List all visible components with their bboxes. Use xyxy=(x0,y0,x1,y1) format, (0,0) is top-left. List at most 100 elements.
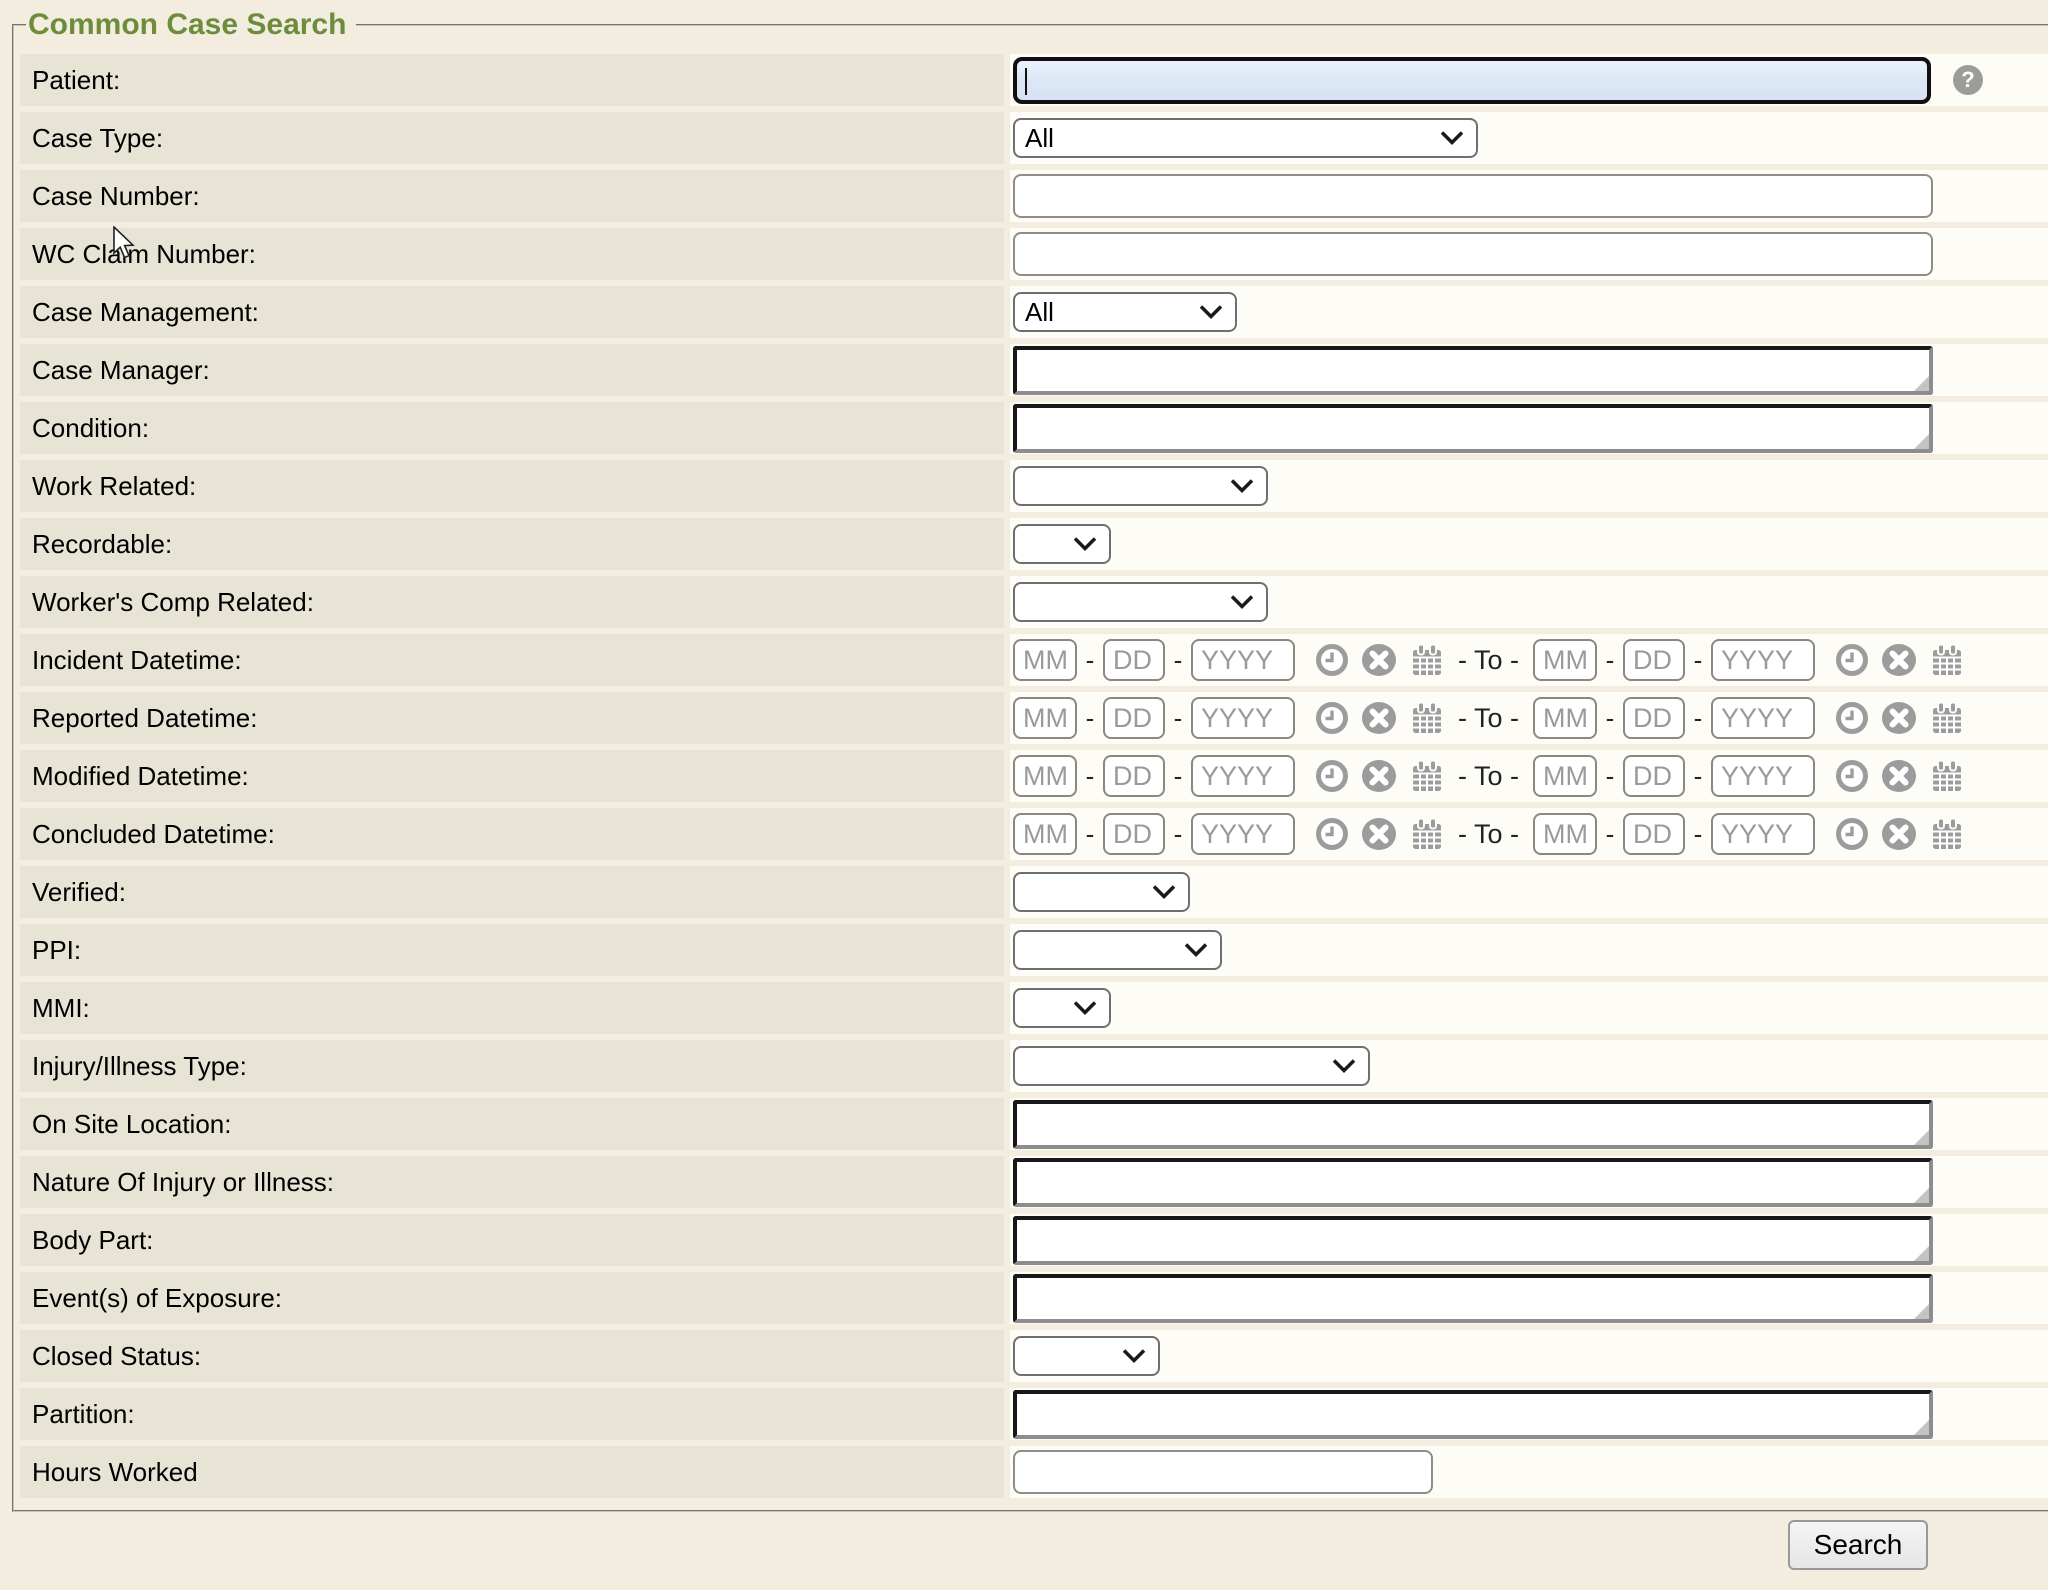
row-hours-worked: Hours Worked xyxy=(20,1446,2048,1498)
concluded-datetime-to-year-input[interactable]: YYYY xyxy=(1711,813,1815,855)
row-case-number: Case Number: xyxy=(20,170,2048,222)
clear-icon[interactable] xyxy=(1881,817,1917,851)
incident-datetime-from-month-input[interactable]: MM xyxy=(1013,639,1077,681)
case-type-select[interactable]: All xyxy=(1013,118,1478,158)
calendar-icon[interactable] xyxy=(1929,701,1964,735)
clear-icon[interactable] xyxy=(1361,759,1397,793)
calendar-icon[interactable] xyxy=(1409,701,1444,735)
clock-icon[interactable] xyxy=(1315,759,1349,793)
concluded-datetime-from-month-input[interactable]: MM xyxy=(1013,813,1077,855)
label-concluded-datetime: Concluded Datetime: xyxy=(20,808,1004,860)
concluded-datetime-to-day-input[interactable]: DD xyxy=(1623,813,1685,855)
clear-icon[interactable] xyxy=(1361,701,1397,735)
date-separator: - xyxy=(1597,761,1623,792)
modified-datetime-from-year-input[interactable]: YYYY xyxy=(1191,755,1295,797)
calendar-icon[interactable] xyxy=(1929,643,1964,677)
calendar-icon[interactable] xyxy=(1929,759,1964,793)
incident-datetime-to-day-input[interactable]: DD xyxy=(1623,639,1685,681)
condition-input[interactable] xyxy=(1013,404,1933,453)
date-separator: - xyxy=(1685,645,1711,676)
incident-datetime-from-year-input[interactable]: YYYY xyxy=(1191,639,1295,681)
incident-datetime-to-year-input[interactable]: YYYY xyxy=(1711,639,1815,681)
concluded-datetime-range: MM-DD-YYYY - To -MM-DD-YYYY xyxy=(1013,813,1964,855)
case-number-input[interactable] xyxy=(1013,174,1933,218)
clear-icon[interactable] xyxy=(1361,817,1397,851)
label-case-manager: Case Manager: xyxy=(20,344,1004,396)
clock-icon[interactable] xyxy=(1315,643,1349,677)
closed-status-select[interactable] xyxy=(1013,1336,1160,1376)
reported-datetime-to-year-input[interactable]: YYYY xyxy=(1711,697,1815,739)
calendar-icon[interactable] xyxy=(1409,759,1444,793)
concluded-datetime-from-day-input[interactable]: DD xyxy=(1103,813,1165,855)
clock-icon[interactable] xyxy=(1835,701,1869,735)
reported-datetime-from-month-input[interactable]: MM xyxy=(1013,697,1077,739)
case-type-selected-value: All xyxy=(1025,123,1054,154)
reported-datetime-from-year-input[interactable]: YYYY xyxy=(1191,697,1295,739)
patient-input[interactable] xyxy=(1013,57,1931,104)
chevron-down-icon xyxy=(1073,1001,1097,1016)
label-on-site-location: On Site Location: xyxy=(20,1098,1004,1150)
label-hours-worked: Hours Worked xyxy=(20,1446,1004,1498)
reported-datetime-to-month-input[interactable]: MM xyxy=(1533,697,1597,739)
field-modified-datetime: MM-DD-YYYY - To -MM-DD-YYYY xyxy=(1010,750,2048,802)
calendar-icon[interactable] xyxy=(1929,817,1964,851)
body-part-input[interactable] xyxy=(1013,1216,1933,1265)
modified-datetime-to-year-input[interactable]: YYYY xyxy=(1711,755,1815,797)
case-manager-input[interactable] xyxy=(1013,346,1933,395)
calendar-icon[interactable] xyxy=(1409,817,1444,851)
workers-comp-related-select[interactable] xyxy=(1013,582,1268,622)
incident-datetime-from-day-input[interactable]: DD xyxy=(1103,639,1165,681)
modified-datetime-from-month-input[interactable]: MM xyxy=(1013,755,1077,797)
date-separator: - xyxy=(1685,703,1711,734)
label-closed-status: Closed Status: xyxy=(20,1330,1004,1382)
clock-icon[interactable] xyxy=(1315,701,1349,735)
chevron-down-icon xyxy=(1440,131,1464,146)
field-injury-illness-type xyxy=(1010,1040,2048,1092)
date-separator: - xyxy=(1077,703,1103,734)
label-condition: Condition: xyxy=(20,402,1004,454)
label-ppi: PPI: xyxy=(20,924,1004,976)
clock-icon[interactable] xyxy=(1835,759,1869,793)
help-icon[interactable]: ? xyxy=(1953,65,1983,95)
clear-icon[interactable] xyxy=(1881,701,1917,735)
wc-claim-number-input[interactable] xyxy=(1013,232,1933,276)
concluded-datetime-from-year-input[interactable]: YYYY xyxy=(1191,813,1295,855)
field-condition xyxy=(1010,402,2048,454)
reported-datetime-from-day-input[interactable]: DD xyxy=(1103,697,1165,739)
nature-of-injury-or-illness-input[interactable] xyxy=(1013,1158,1933,1207)
mmi-select[interactable] xyxy=(1013,988,1111,1028)
common-case-search-panel: Common Case Search Patient: ?Case Type: … xyxy=(12,8,2048,1512)
on-site-location-input[interactable] xyxy=(1013,1100,1933,1149)
field-patient: ? xyxy=(1010,54,2048,106)
clear-icon[interactable] xyxy=(1881,643,1917,677)
search-button[interactable]: Search xyxy=(1788,1520,1928,1570)
work-related-select[interactable] xyxy=(1013,466,1268,506)
partition-input[interactable] xyxy=(1013,1390,1933,1439)
clear-icon[interactable] xyxy=(1881,759,1917,793)
events-of-exposure-input[interactable] xyxy=(1013,1274,1933,1323)
clock-icon[interactable] xyxy=(1835,817,1869,851)
clear-icon[interactable] xyxy=(1361,643,1397,677)
incident-datetime-to-month-input[interactable]: MM xyxy=(1533,639,1597,681)
recordable-select[interactable] xyxy=(1013,524,1111,564)
modified-datetime-from-day-input[interactable]: DD xyxy=(1103,755,1165,797)
reported-datetime-to-day-input[interactable]: DD xyxy=(1623,697,1685,739)
calendar-icon[interactable] xyxy=(1409,643,1444,677)
clock-icon[interactable] xyxy=(1835,643,1869,677)
concluded-datetime-to-month-input[interactable]: MM xyxy=(1533,813,1597,855)
chevron-down-icon xyxy=(1199,305,1223,320)
modified-datetime-range: MM-DD-YYYY - To -MM-DD-YYYY xyxy=(1013,755,1964,797)
case-management-select[interactable]: All xyxy=(1013,292,1237,332)
row-reported-datetime: Reported Datetime:MM-DD-YYYY - To -MM-DD… xyxy=(20,692,2048,744)
modified-datetime-to-day-input[interactable]: DD xyxy=(1623,755,1685,797)
page: { "panel": { "title": "Common Case Searc… xyxy=(0,8,2048,1590)
date-separator: - xyxy=(1597,703,1623,734)
mouse-cursor-icon xyxy=(112,226,138,262)
ppi-select[interactable] xyxy=(1013,930,1222,970)
modified-datetime-to-month-input[interactable]: MM xyxy=(1533,755,1597,797)
hours-worked-input[interactable] xyxy=(1013,1450,1433,1494)
injury-illness-type-select[interactable] xyxy=(1013,1046,1370,1086)
clock-icon[interactable] xyxy=(1315,817,1349,851)
verified-select[interactable] xyxy=(1013,872,1190,912)
label-case-number: Case Number: xyxy=(20,170,1004,222)
